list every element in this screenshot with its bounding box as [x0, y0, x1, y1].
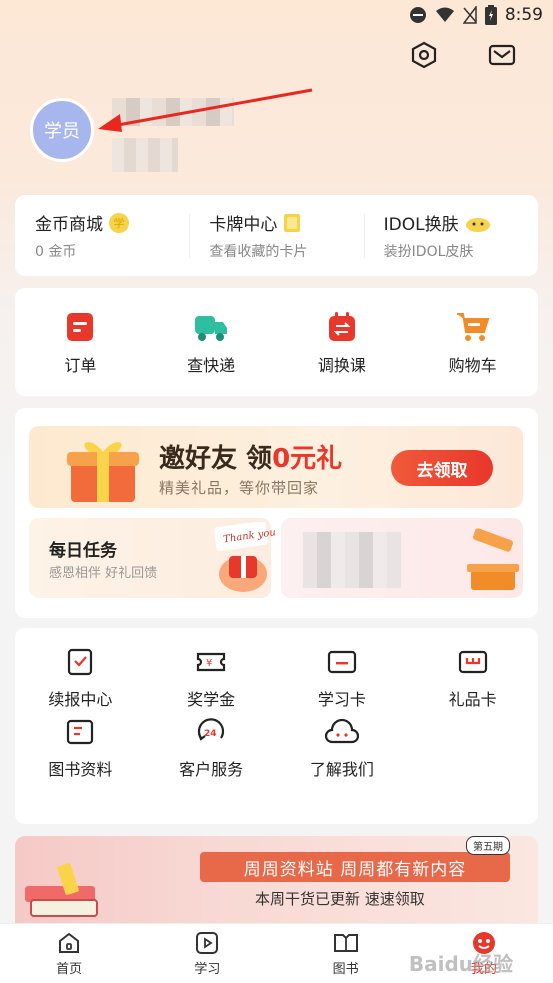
svg-text:¥: ¥ — [206, 658, 212, 669]
invite-title: 邀好友 领0元礼 — [159, 438, 342, 475]
invite-friends-banner[interactable]: 邀好友 领0元礼 精美礼品，等你带回家 去领取 — [29, 426, 523, 508]
track-delivery-label: 查快递 — [187, 356, 236, 375]
watermark: Baidu经验 — [408, 952, 513, 976]
cart-button[interactable]: 购物车 — [407, 288, 538, 396]
book-materials-label: 图书资料 — [48, 760, 113, 779]
cart-icon — [456, 313, 489, 341]
gift-card-button[interactable]: 礼品卡 — [407, 648, 538, 710]
nav-books[interactable]: 图书 — [277, 924, 415, 983]
calendar-swap-icon — [328, 312, 355, 341]
invite-subtitle: 精美礼品，等你带回家 — [159, 479, 320, 497]
cloud-face-icon — [324, 718, 359, 744]
renew-center-label: 续报中心 — [48, 690, 113, 709]
settings-icon[interactable] — [409, 40, 439, 70]
gift-box-icon — [67, 442, 139, 502]
about-us-label: 了解我们 — [309, 760, 374, 779]
books-illustration-icon — [25, 863, 98, 917]
gold-balance: 0 金币 — [35, 244, 77, 260]
wifi-icon — [435, 7, 454, 22]
status-bar: 8:59 — [0, 0, 553, 32]
swap-class-label: 调换课 — [317, 356, 366, 375]
banner-headline: 周周资料站 周周都有新内容 — [200, 852, 510, 882]
quick-actions-card: 订单 查快递 调换课 购物车 — [15, 288, 538, 396]
cart-label: 购物车 — [448, 356, 497, 375]
blurred-promo-text — [303, 532, 401, 588]
service-24-icon: 24 — [198, 718, 225, 741]
scholarship-label: 奖学金 — [187, 690, 236, 709]
dnd-icon — [409, 7, 426, 23]
no-signal-icon — [462, 6, 477, 24]
idol-skin-entry[interactable]: IDOL换肤 装扮IDOL皮肤 — [363, 210, 538, 261]
thank-you-gift-icon: Thank you — [213, 522, 277, 592]
home-icon — [59, 932, 80, 953]
banner-subline: 本周干货已更新 速速领取 — [255, 890, 425, 908]
book-open-icon — [333, 933, 358, 952]
idol-face-icon — [465, 217, 490, 232]
services-card: 续报中心 ¥ 奖学金 学习卡 礼品卡 图书资料 24 客户服务 了解我们 — [15, 628, 538, 824]
status-time: 8:59 — [504, 5, 543, 25]
track-delivery-button[interactable]: 查快递 — [146, 288, 277, 396]
blurred-user-info — [112, 138, 178, 172]
nav-study-label: 学习 — [194, 961, 221, 977]
bottom-nav: 首页 学习 图书 我的 Baidu经验 — [0, 923, 553, 983]
nav-study[interactable]: 学习 — [138, 924, 276, 983]
gold-shop-label: 金币商城 — [35, 215, 103, 235]
daily-task-title: 每日任务 — [49, 541, 117, 561]
blurred-promo-card[interactable] — [281, 518, 523, 598]
customer-service-label: 客户服务 — [179, 760, 244, 779]
gift-card-icon — [458, 650, 487, 674]
annotation-arrow — [98, 88, 313, 132]
study-card-icon — [327, 650, 356, 674]
daily-task-subtitle: 感恩相伴 好礼回馈 — [49, 566, 158, 581]
invite-title-highlight: 0元礼 — [272, 444, 343, 474]
weekly-materials-banner[interactable]: 周周资料站 周周都有新内容 本周干货已更新 速速领取 第五期 — [15, 836, 538, 926]
card-center-label: 卡牌中心 — [209, 215, 278, 235]
book-materials-button[interactable]: 图书资料 — [15, 718, 146, 780]
scholarship-button[interactable]: ¥ 奖学金 — [146, 648, 277, 710]
about-us-button[interactable]: 了解我们 — [277, 718, 408, 780]
idol-skin-sub: 装扮IDOL皮肤 — [383, 244, 474, 260]
mail-icon[interactable] — [487, 40, 517, 70]
promo-card: 邀好友 领0元礼 精美礼品，等你带回家 去领取 每日任务 感恩相伴 好礼回馈 T… — [15, 408, 538, 618]
claim-button[interactable]: 去领取 — [391, 450, 493, 486]
battery-icon — [484, 5, 497, 25]
customer-service-button[interactable]: 24 客户服务 — [146, 718, 277, 780]
svg-text:24: 24 — [204, 729, 217, 739]
coin-icon: 学 — [109, 212, 129, 233]
renew-icon — [68, 648, 93, 676]
card-icon — [284, 213, 301, 232]
study-card-button[interactable]: 学习卡 — [277, 648, 408, 710]
order-button[interactable]: 订单 — [15, 288, 146, 396]
play-icon — [196, 931, 219, 954]
idol-skin-label: IDOL换肤 — [383, 215, 459, 235]
open-gift-icon — [467, 528, 519, 590]
renew-center-button[interactable]: 续报中心 — [15, 648, 146, 710]
scholarship-icon: ¥ — [197, 652, 226, 672]
gold-shop-entry[interactable]: 金币商城学 0 金币 — [15, 210, 189, 261]
truck-icon — [195, 316, 228, 341]
gift-card-label: 礼品卡 — [448, 690, 497, 709]
currency-card: 金币商城学 0 金币 卡牌中心 查看收藏的卡片 IDOL换肤 装扮IDOL皮肤 — [15, 195, 538, 276]
daily-task-card[interactable]: 每日任务 感恩相伴 好礼回馈 Thank you — [29, 518, 277, 598]
avatar[interactable]: 学员 — [30, 98, 94, 162]
order-label: 订单 — [64, 356, 97, 375]
swap-class-button[interactable]: 调换课 — [277, 288, 408, 396]
invite-title-main: 邀好友 领 — [159, 444, 273, 474]
issue-tag: 第五期 — [466, 836, 510, 855]
card-center-entry[interactable]: 卡牌中心 查看收藏的卡片 — [189, 210, 363, 261]
nav-home-label: 首页 — [56, 961, 83, 977]
order-icon — [67, 313, 94, 341]
avatar-label: 学员 — [44, 121, 80, 142]
nav-books-label: 图书 — [332, 961, 359, 977]
book-icon — [67, 719, 94, 745]
study-card-label: 学习卡 — [317, 690, 366, 709]
card-center-sub: 查看收藏的卡片 — [209, 244, 308, 260]
nav-home[interactable]: 首页 — [0, 924, 138, 983]
